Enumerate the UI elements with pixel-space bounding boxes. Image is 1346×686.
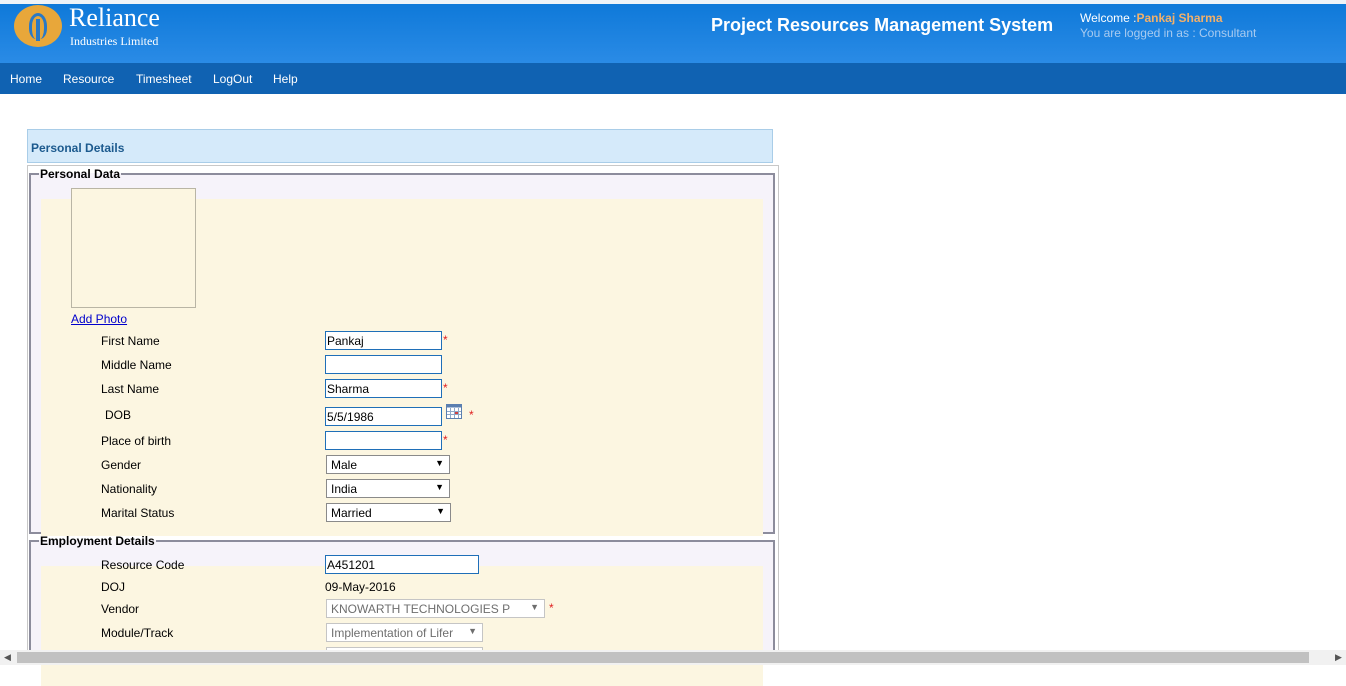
section-title: Personal Details [31, 141, 125, 155]
nationality-select[interactable]: India ▼ [326, 479, 450, 498]
chevron-down-icon: ▼ [435, 458, 444, 468]
doj-value: 09-May-2016 [325, 580, 396, 594]
nationality-value: India [331, 482, 358, 496]
chevron-down-icon: ▼ [530, 602, 539, 612]
user-name: Pankaj Sharma [1136, 11, 1223, 25]
chevron-down-icon: ▼ [435, 482, 444, 492]
app-title: Project Resources Management System [711, 15, 1054, 35]
dob-label: DOB [105, 408, 132, 422]
horizontal-scrollbar[interactable]: ◀ ▶ [0, 650, 1346, 665]
doj-label: DOJ [101, 580, 125, 594]
last-name-required: * [443, 381, 448, 395]
first-name-required: * [443, 333, 448, 347]
module-track-value: Implementation of Lifer [331, 626, 454, 640]
logo-stem-shape [36, 19, 40, 41]
scrollbar-thumb[interactable] [17, 652, 1309, 663]
gender-label: Gender [101, 458, 142, 472]
nav-logout[interactable]: LogOut [213, 72, 252, 86]
scroll-right-icon[interactable]: ▶ [1335, 652, 1342, 663]
scroll-left-icon[interactable]: ◀ [4, 652, 11, 663]
vendor-required: * [549, 601, 554, 615]
logged-in-role: You are logged in as : Consultant [1080, 26, 1257, 40]
dob-required: * [469, 408, 474, 422]
place-of-birth-label: Place of birth [101, 434, 172, 448]
resource-code-input[interactable] [325, 555, 479, 574]
nav-home[interactable]: Home [10, 72, 42, 86]
nav-help[interactable]: Help [273, 72, 298, 86]
nav-timesheet[interactable]: Timesheet [136, 72, 192, 86]
module-track-select[interactable]: Implementation of Lifer ▼ [326, 623, 483, 642]
first-name-label: First Name [101, 334, 160, 348]
employment-details-legend: Employment Details [40, 534, 155, 548]
place-of-birth-required: * [443, 433, 448, 447]
reliance-logo-icon [14, 5, 62, 47]
calendar-icon[interactable] [446, 404, 462, 419]
photo-placeholder [71, 188, 196, 308]
vendor-value: KNOWARTH TECHNOLOGIES P [331, 602, 511, 616]
personal-data-legend: Personal Data [40, 167, 121, 181]
marital-status-label: Marital Status [101, 506, 175, 520]
header-top-line [0, 0, 1346, 4]
app-header: Reliance Industries Limited Project Reso… [0, 0, 1346, 63]
brand-name: Reliance [69, 3, 160, 32]
module-track-label: Module/Track [101, 626, 174, 640]
place-of-birth-input[interactable] [325, 431, 442, 450]
welcome-label: Welcome : [1080, 11, 1137, 25]
first-name-input[interactable] [325, 331, 442, 350]
personal-details-header: Personal Details [27, 129, 773, 163]
last-name-input[interactable] [325, 379, 442, 398]
last-name-label: Last Name [101, 382, 160, 396]
gender-select[interactable]: Male ▼ [326, 455, 450, 474]
nationality-label: Nationality [101, 482, 158, 496]
main-nav: Home Resource Timesheet LogOut Help [0, 63, 1346, 94]
add-photo-link[interactable]: Add Photo [71, 312, 127, 326]
vendor-label: Vendor [101, 602, 140, 616]
middle-name-input[interactable] [325, 355, 442, 374]
vendor-select[interactable]: KNOWARTH TECHNOLOGIES P ▼ [326, 599, 545, 618]
resource-code-label: Resource Code [101, 558, 185, 572]
chevron-down-icon: ▼ [468, 626, 477, 636]
welcome-text: Welcome :Pankaj Sharma [1080, 11, 1223, 25]
middle-name-label: Middle Name [101, 358, 172, 372]
dob-input[interactable] [325, 407, 442, 426]
nav-resource[interactable]: Resource [63, 72, 114, 86]
marital-status-value: Married [331, 506, 372, 520]
brand-subtitle: Industries Limited [70, 34, 159, 48]
gender-value: Male [331, 458, 358, 472]
chevron-down-icon: ▼ [436, 506, 445, 516]
marital-status-select[interactable]: Married ▼ [326, 503, 451, 522]
